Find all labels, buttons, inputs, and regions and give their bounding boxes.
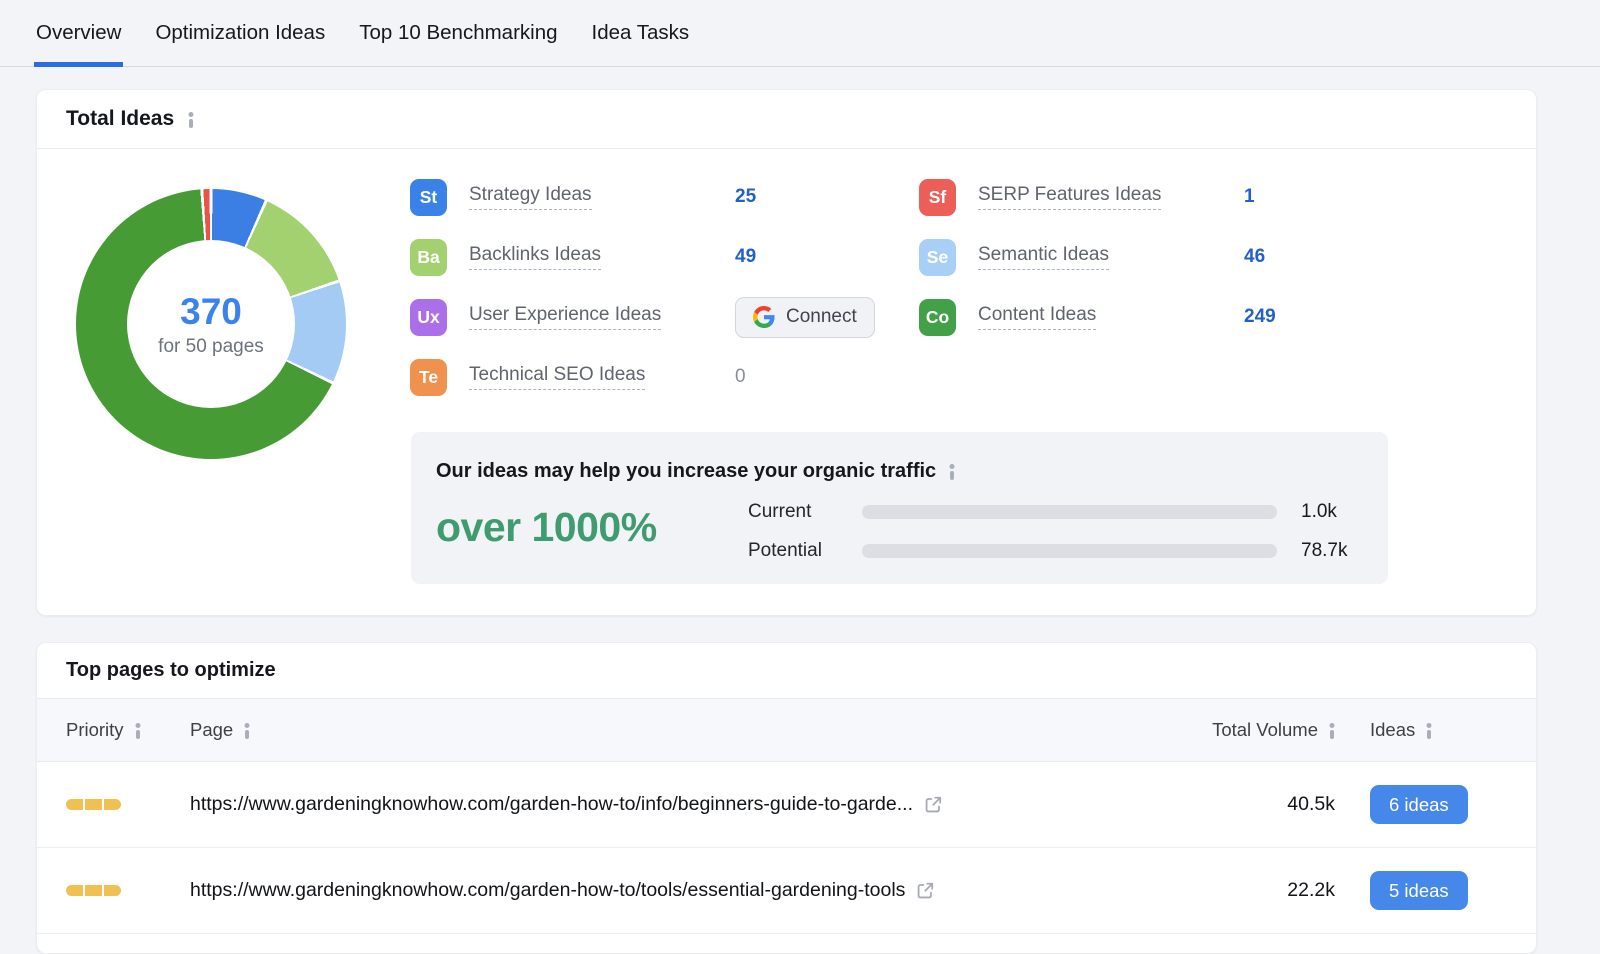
priority-header-label: Priority: [66, 719, 124, 741]
ideas-count-button[interactable]: 6 ideas: [1370, 785, 1468, 824]
donut-subtitle: for 50 pages: [158, 336, 264, 358]
connect-button-label: Connect: [786, 306, 857, 328]
legend-item-backlinks: Ba Backlinks Ideas 49: [410, 227, 875, 287]
traffic-heading-text: Our ideas may help you increase your org…: [436, 460, 936, 483]
tab-top-10-benchmarking[interactable]: Top 10 Benchmarking: [359, 0, 557, 66]
content-ideas-link[interactable]: Content Ideas: [978, 304, 1096, 330]
strategy-ideas-count: 25: [735, 186, 756, 208]
legend-column-right: Sf SERP Features Ideas 1 Se Semantic Ide…: [919, 167, 1276, 347]
donut-center: 370 for 50 pages: [127, 240, 295, 408]
info-icon[interactable]: [1328, 722, 1335, 739]
top-pages-header: Top pages to optimize: [37, 643, 1536, 698]
table-row: https://www.gardeningknowhow.com/garden-…: [37, 848, 1536, 934]
external-link-icon[interactable]: [915, 880, 936, 901]
total-ideas-body: 370 for 50 pages St Strategy Ideas 25 Ba…: [37, 149, 1536, 616]
legend-item-technical-seo: Te Technical SEO Ideas 0: [410, 347, 875, 407]
total-volume-value: 22.2k: [1287, 879, 1335, 902]
technical-seo-ideas-count: 0: [735, 366, 746, 388]
tab-overview[interactable]: Overview: [36, 0, 121, 66]
total-volume-value: 40.5k: [1287, 793, 1335, 816]
table-row: https://www.gardeningknowhow.com/garden-…: [37, 762, 1536, 848]
strategy-ideas-link[interactable]: Strategy Ideas: [469, 184, 592, 210]
strategy-ideas-badge: St: [410, 179, 447, 216]
column-header-page: Page: [190, 719, 1185, 741]
technical-seo-ideas-link[interactable]: Technical SEO Ideas: [469, 364, 645, 390]
total-ideas-header: Total Ideas: [37, 90, 1536, 149]
page-url-link[interactable]: https://www.gardeningknowhow.com/garden-…: [190, 879, 905, 902]
total-ideas-title: Total Ideas: [66, 107, 174, 131]
connect-google-button[interactable]: Connect: [735, 297, 875, 338]
page-header-label: Page: [190, 719, 233, 741]
column-header-total-volume: Total Volume: [1185, 719, 1335, 741]
user-experience-ideas-link[interactable]: User Experience Ideas: [469, 304, 661, 330]
google-logo-icon: [753, 306, 775, 328]
organic-traffic-panel: Our ideas may help you increase your org…: [411, 432, 1388, 584]
info-icon[interactable]: [187, 111, 194, 128]
semantic-ideas-badge: Se: [919, 239, 956, 276]
table-header-row: Priority Page Total Volume Ideas: [37, 698, 1536, 762]
column-header-priority: Priority: [66, 719, 190, 741]
tab-bar: Overview Optimization Ideas Top 10 Bench…: [0, 0, 1600, 67]
potential-value: 78.7k: [1301, 540, 1347, 562]
top-pages-card: Top pages to optimize Priority Page Tota…: [36, 642, 1537, 954]
semantic-ideas-count: 46: [1244, 246, 1265, 268]
legend-item-content: Co Content Ideas 249: [919, 287, 1276, 347]
legend-column-left: St Strategy Ideas 25 Ba Backlinks Ideas …: [410, 167, 875, 407]
serp-features-ideas-count: 1: [1244, 186, 1255, 208]
priority-indicator: [66, 799, 121, 810]
info-icon[interactable]: [135, 722, 142, 739]
traffic-bars: Current 1.0k Potential 78.7k: [748, 492, 1347, 570]
top-pages-title: Top pages to optimize: [66, 659, 276, 682]
potential-label: Potential: [748, 540, 862, 562]
legend-item-user-experience: Ux User Experience Ideas Connect: [410, 287, 875, 347]
current-traffic-row: Current 1.0k: [748, 492, 1347, 531]
info-icon[interactable]: [243, 722, 250, 739]
current-label: Current: [748, 501, 862, 523]
traffic-increase-highlight: over 1000%: [436, 504, 657, 551]
ideas-count-button[interactable]: 5 ideas: [1370, 871, 1468, 910]
technical-seo-ideas-badge: Te: [410, 359, 447, 396]
external-link-icon[interactable]: [923, 794, 944, 815]
legend-item-serp-features: Sf SERP Features Ideas 1: [919, 167, 1276, 227]
semantic-ideas-link[interactable]: Semantic Ideas: [978, 244, 1109, 270]
legend-item-strategy: St Strategy Ideas 25: [410, 167, 875, 227]
content-ideas-badge: Co: [919, 299, 956, 336]
potential-bar-track: [862, 544, 1277, 558]
page-url-link[interactable]: https://www.gardeningknowhow.com/garden-…: [190, 793, 913, 816]
total-volume-header-label: Total Volume: [1212, 719, 1318, 741]
serp-features-ideas-link[interactable]: SERP Features Ideas: [978, 184, 1161, 210]
tab-idea-tasks[interactable]: Idea Tasks: [592, 0, 690, 66]
legend-item-semantic: Se Semantic Ideas 46: [919, 227, 1276, 287]
priority-indicator: [66, 885, 121, 896]
ideas-header-label: Ideas: [1370, 719, 1415, 741]
current-bar-track: [862, 505, 1277, 519]
total-ideas-card: Total Ideas 370 for 50 pages St Strategy…: [36, 89, 1537, 616]
tab-optimization-ideas[interactable]: Optimization Ideas: [155, 0, 325, 66]
info-icon[interactable]: [948, 463, 955, 480]
backlinks-ideas-badge: Ba: [410, 239, 447, 276]
potential-traffic-row: Potential 78.7k: [748, 531, 1347, 570]
current-value: 1.0k: [1301, 501, 1337, 523]
column-header-ideas: Ideas: [1370, 719, 1507, 741]
serp-features-ideas-badge: Sf: [919, 179, 956, 216]
content-ideas-count: 249: [1244, 306, 1276, 328]
donut-total-value: 370: [180, 291, 242, 333]
backlinks-ideas-count: 49: [735, 246, 756, 268]
backlinks-ideas-link[interactable]: Backlinks Ideas: [469, 244, 601, 270]
user-experience-ideas-badge: Ux: [410, 299, 447, 336]
ideas-donut-chart: 370 for 50 pages: [76, 189, 346, 459]
traffic-heading: Our ideas may help you increase your org…: [436, 460, 955, 483]
info-icon[interactable]: [1425, 722, 1432, 739]
